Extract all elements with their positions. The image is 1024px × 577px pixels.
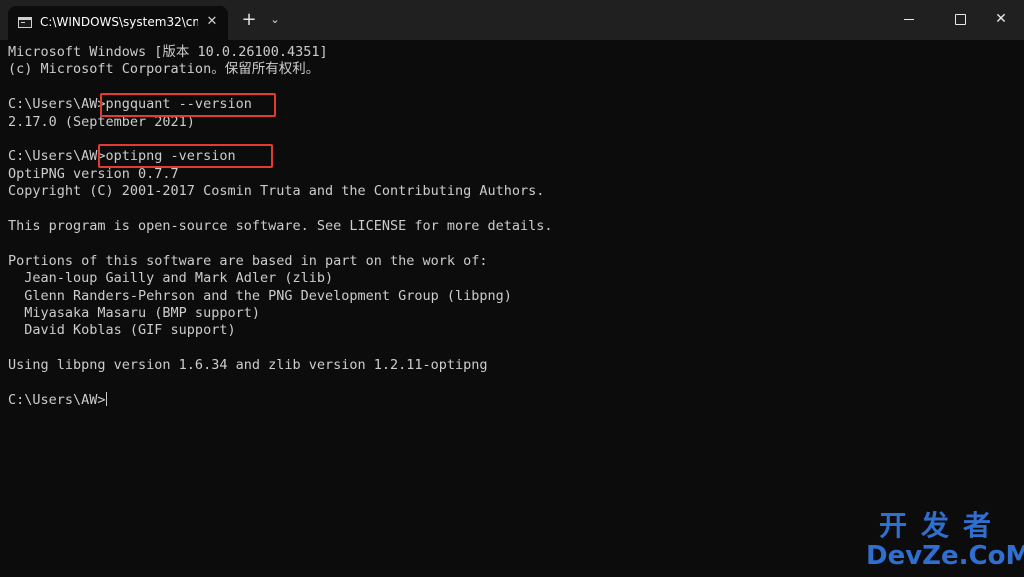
watermark-english-text: DevZe.CoM bbox=[866, 541, 1024, 571]
tab-cmd[interactable]: C:\WINDOWS\system32\cmd. ✕ bbox=[8, 6, 228, 40]
devze-watermark: 开发者 DevZe.CoM bbox=[866, 509, 1024, 574]
terminal-line: Copyright (C) 2001-2017 Cosmin Truta and… bbox=[8, 183, 545, 200]
pngquant-command-highlight bbox=[100, 93, 276, 117]
tab-close-icon[interactable]: ✕ bbox=[203, 13, 221, 31]
terminal-window: C:\WINDOWS\system32\cmd. ✕ + ⌄ ✕ Microso… bbox=[0, 0, 1024, 577]
terminal-prompt-line[interactable]: C:\Users\AW> bbox=[8, 392, 107, 409]
cmd-icon bbox=[18, 17, 32, 28]
terminal-line: Miyasaka Masaru (BMP support) bbox=[8, 305, 260, 321]
text-cursor bbox=[105, 392, 107, 406]
terminal-line: This program is open-source software. Se… bbox=[8, 218, 553, 234]
optipng-command-highlight bbox=[98, 144, 273, 168]
close-button[interactable]: ✕ bbox=[978, 0, 1024, 40]
new-tab-button[interactable]: + bbox=[239, 10, 259, 30]
minimize-button[interactable] bbox=[886, 0, 932, 40]
terminal-prompt: C:\Users\AW> bbox=[8, 392, 106, 408]
terminal-line: Glenn Randers-Pehrson and the PNG Develo… bbox=[8, 287, 512, 304]
terminal-line: Portions of this software are based in p… bbox=[8, 252, 488, 269]
minimize-icon bbox=[904, 19, 914, 20]
maximize-button[interactable] bbox=[937, 0, 983, 40]
watermark-chinese-text: 开发者 bbox=[878, 509, 1005, 542]
terminal-line: OptiPNG version 0.7.7 bbox=[8, 165, 179, 182]
tab-dropdown-button[interactable]: ⌄ bbox=[266, 10, 284, 30]
maximize-icon bbox=[955, 14, 966, 25]
title-bar[interactable]: C:\WINDOWS\system32\cmd. ✕ + ⌄ ✕ bbox=[0, 0, 1024, 40]
terminal-output[interactable]: Microsoft Windows [版本 10.0.26100.4351] (… bbox=[8, 44, 1008, 564]
terminal-line: Jean-loup Gailly and Mark Adler (zlib) bbox=[8, 270, 334, 287]
terminal-line: Microsoft Windows [版本 10.0.26100.4351] bbox=[8, 44, 328, 60]
terminal-line: Using libpng version 1.6.34 and zlib ver… bbox=[8, 357, 488, 374]
tab-title: C:\WINDOWS\system32\cmd. bbox=[40, 15, 198, 29]
terminal-line: (c) Microsoft Corporation。保留所有权利。 bbox=[8, 61, 320, 78]
terminal-line: David Koblas (GIF support) bbox=[8, 322, 236, 339]
